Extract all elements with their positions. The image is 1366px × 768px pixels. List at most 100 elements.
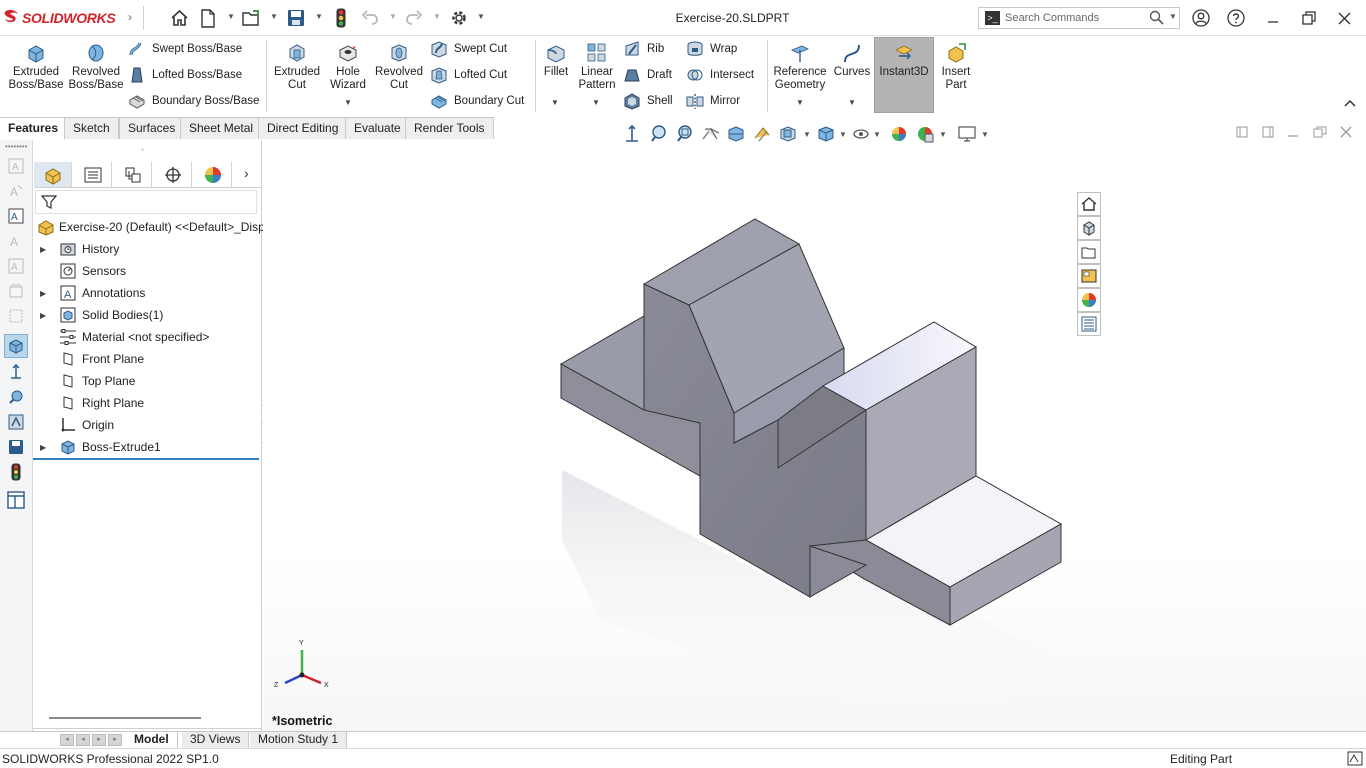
apply-scene-dropdown-icon[interactable]: ▼ — [939, 130, 947, 139]
first-tab-icon[interactable]: ◂ — [60, 734, 74, 746]
draft-button[interactable]: Draft — [623, 65, 672, 85]
linear-pattern-button[interactable]: Linear Pattern — [575, 42, 619, 92]
tab-render-tools[interactable]: Render Tools — [405, 117, 494, 139]
edit-appearance-icon[interactable] — [892, 127, 906, 141]
more-tabs-chevron-icon[interactable]: › — [244, 165, 249, 181]
tab-sheet-metal[interactable]: Sheet Metal — [180, 117, 263, 139]
hide-show-dropdown-icon[interactable]: ▼ — [873, 130, 881, 139]
rebuild-traffic-light-icon[interactable] — [331, 8, 351, 28]
zoom-to-area-icon[interactable] — [677, 125, 692, 142]
solidworks-resources-icon[interactable] — [1077, 192, 1101, 216]
hide-show-items-icon[interactable] — [853, 129, 869, 139]
undo-dropdown-icon[interactable]: ▼ — [389, 12, 397, 21]
configurationmanager-tab-icon[interactable] — [114, 162, 152, 187]
feature-filter-box[interactable] — [35, 190, 257, 214]
tree-item-top-plane[interactable]: Top Plane — [33, 370, 262, 392]
doc-restore-icon[interactable] — [1313, 126, 1327, 141]
minimize-window-icon[interactable] — [1262, 7, 1284, 29]
custom-properties-icon[interactable] — [1077, 312, 1101, 336]
zoom-to-fit-icon[interactable] — [651, 125, 666, 142]
swept-boss-button[interactable]: Swept Boss/Base — [128, 39, 242, 59]
view-settings-icon[interactable] — [958, 126, 976, 142]
expand-arrow-icon[interactable]: ▶ — [40, 289, 46, 298]
tree-item-material-not-specified[interactable]: Material <not specified> — [33, 326, 262, 348]
extruded-boss-button[interactable]: Extruded Boss/Base — [6, 42, 66, 92]
mirror-button[interactable]: Mirror — [686, 91, 740, 111]
propertymanager-tab-icon[interactable] — [74, 162, 112, 187]
search-commands-box[interactable]: >_ Search Commands ▼ — [978, 7, 1180, 29]
design-library-icon[interactable] — [1077, 216, 1101, 240]
model-3d-part[interactable] — [263, 140, 1366, 731]
lofted-cut-button[interactable]: Lofted Cut — [430, 65, 507, 85]
revolved-boss-button[interactable]: Revolved Boss/Base — [66, 42, 126, 92]
solidworks-logo[interactable]: SOLIDWORKS — [4, 9, 116, 27]
open-dropdown-icon[interactable]: ▼ — [270, 12, 278, 21]
view-settings-dropdown-icon[interactable]: ▼ — [981, 130, 989, 139]
hole-wizard-dropdown-icon[interactable]: ▼ — [344, 98, 352, 107]
new-dropdown-icon[interactable]: ▼ — [227, 12, 235, 21]
boundary-boss-button[interactable]: Boundary Boss/Base — [128, 91, 259, 111]
fillet-dropdown-icon[interactable]: ▼ — [551, 98, 559, 107]
displaymanager-tab-icon[interactable] — [194, 162, 232, 187]
close-window-icon[interactable] — [1333, 7, 1355, 29]
display-style-icon[interactable] — [818, 126, 834, 142]
search-input[interactable]: Search Commands — [1005, 12, 1099, 24]
view-orientation-dropdown-icon[interactable]: ▼ — [803, 130, 811, 139]
intersect-button[interactable]: Intersect — [686, 65, 754, 85]
hole-wizard-button[interactable]: Hole Wizard — [324, 42, 372, 92]
save-icon[interactable] — [286, 8, 306, 28]
tree-item-sensors[interactable]: Sensors — [33, 260, 262, 282]
note-icon[interactable]: A — [6, 156, 26, 176]
surface-finish-icon[interactable]: A — [6, 256, 26, 276]
prev-tab-icon[interactable]: ◂ — [76, 734, 90, 746]
next-tab-icon[interactable]: ▸ — [92, 734, 106, 746]
panel-horizontal-scrollbar[interactable] — [49, 717, 201, 719]
redo-dropdown-icon[interactable]: ▼ — [433, 12, 441, 21]
search-dropdown-icon[interactable]: ▼ — [1169, 12, 1177, 21]
reference-geometry-button[interactable]: Reference Geometry — [770, 42, 830, 92]
display-style-dropdown-icon[interactable]: ▼ — [839, 130, 847, 139]
text-annotation-icon[interactable]: A — [6, 206, 26, 226]
user-account-icon[interactable] — [1190, 7, 1212, 29]
customize-status-icon[interactable] — [1347, 751, 1363, 768]
new-document-icon[interactable] — [198, 8, 218, 28]
tab-motion-study-1[interactable]: Motion Study 1 — [250, 732, 348, 748]
collapse-ribbon-icon[interactable] — [1344, 96, 1356, 110]
tree-item-right-plane[interactable]: Right Plane — [33, 392, 262, 414]
view-normal-to-icon[interactable] — [626, 124, 638, 142]
toolbar-grip[interactable]: •••••••• — [5, 142, 27, 151]
rollback-bar[interactable] — [33, 458, 259, 460]
rebuild-icon[interactable] — [6, 462, 26, 482]
view-orientation-icon[interactable] — [780, 126, 796, 142]
last-tab-icon[interactable]: ▸ — [108, 734, 122, 746]
previous-view-icon[interactable] — [702, 127, 720, 140]
shell-button[interactable]: Shell — [623, 91, 673, 111]
file-explorer-icon[interactable] — [1077, 240, 1101, 264]
featuremanager-tab-icon[interactable] — [34, 162, 72, 187]
filter-funnel-icon[interactable] — [40, 194, 58, 213]
tree-item-front-plane[interactable]: Front Plane — [33, 348, 262, 370]
expand-arrow-icon[interactable]: ▶ — [40, 443, 46, 452]
view-palette-icon[interactable] — [1077, 264, 1101, 288]
wrap-button[interactable]: Wrap — [686, 39, 737, 59]
graphics-area[interactable]: ▼ ▼ ▼ ▼ ▼ Y X Z *Isometric — [263, 124, 1366, 731]
reference-geometry-dropdown-icon[interactable]: ▼ — [796, 98, 804, 107]
swept-cut-button[interactable]: Swept Cut — [430, 39, 507, 59]
tree-root-part[interactable]: Exercise-20 (Default) <<Default>_Disp — [33, 216, 265, 238]
tab-direct-editing[interactable]: Direct Editing — [258, 117, 348, 139]
tab-3d-views[interactable]: 3D Views — [182, 732, 250, 748]
search-icon[interactable] — [1149, 10, 1164, 28]
dimxpertmanager-tab-icon[interactable] — [154, 162, 192, 187]
save-dropdown-icon[interactable]: ▼ — [315, 12, 323, 21]
measure-icon[interactable] — [6, 387, 26, 407]
tile-right-icon[interactable] — [1262, 126, 1274, 141]
open-document-icon[interactable] — [242, 8, 262, 28]
restore-window-icon[interactable] — [1298, 7, 1320, 29]
home-icon[interactable] — [169, 8, 189, 28]
doc-minimize-icon[interactable] — [1287, 126, 1299, 141]
geometric-tolerance-icon[interactable] — [6, 306, 26, 326]
insert-part-button[interactable]: Insert Part — [936, 42, 976, 92]
tree-item-boss-extrude1[interactable]: ▶ Boss-Extrude1 — [33, 436, 262, 458]
tree-item-history[interactable]: ▶ History — [33, 238, 262, 260]
save-bodies-icon[interactable] — [6, 437, 26, 457]
